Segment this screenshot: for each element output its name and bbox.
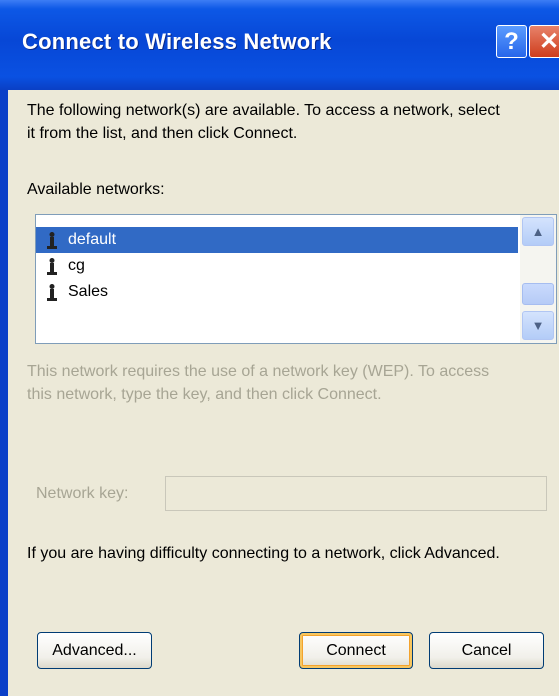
wireless-antenna-icon [47,258,57,275]
advanced-hint-text: If you are having difficulty connecting … [27,545,500,562]
wireless-antenna-icon [47,232,57,249]
wep-text-line2: this network, type the key, and then cli… [27,386,382,403]
network-name: default [68,231,117,248]
intro-text-line1: The following network(s) are available. … [27,102,500,119]
network-name: Sales [68,283,109,300]
intro-text-line2: it from the list, and then click Connect… [27,125,298,142]
wep-text-line1: This network requires the use of a netwo… [27,363,490,380]
vertical-scrollbar[interactable]: ▲ ▼ [520,215,556,343]
wireless-antenna-icon [47,284,57,301]
network-item-sales[interactable]: Sales [36,279,518,305]
connect-button[interactable]: Connect [299,632,413,669]
chevron-down-icon: ▼ [531,318,545,333]
window-title: Connect to Wireless Network [22,29,332,54]
available-networks-label: Available networks: [27,181,165,198]
dialog-window: Connect to Wireless Network ? ✕ The foll… [0,0,559,696]
networks-listbox[interactable]: default cg Sales ▲ ▼ [35,214,557,344]
network-item-default[interactable]: default [36,227,518,253]
chevron-up-icon: ▲ [531,224,545,239]
cancel-button[interactable]: Cancel [429,632,544,669]
close-icon: ✕ [538,28,559,55]
scroll-thumb[interactable] [522,283,554,305]
advanced-button[interactable]: Advanced... [37,632,152,669]
help-icon: ? [504,28,519,55]
network-item-cg[interactable]: cg [36,253,518,279]
dialog-body: The following network(s) are available. … [8,90,559,696]
help-button[interactable]: ? [496,25,527,58]
scroll-up-button[interactable]: ▲ [522,217,554,246]
network-key-label: Network key: [36,485,129,502]
scroll-down-button[interactable]: ▼ [522,311,554,340]
network-key-input[interactable] [165,476,547,511]
title-bar[interactable]: Connect to Wireless Network ? ✕ [0,0,559,90]
network-name: cg [68,257,85,274]
close-button[interactable]: ✕ [529,25,559,58]
